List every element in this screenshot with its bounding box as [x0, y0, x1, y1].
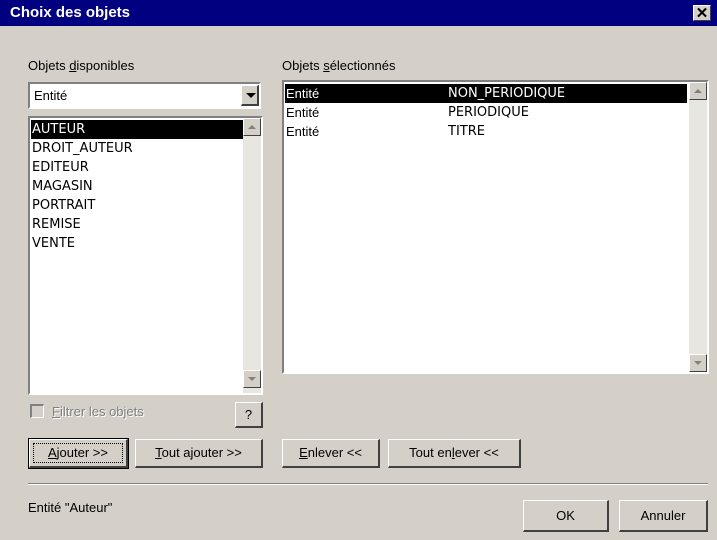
available-items: AUTEUR DROIT_AUTEUR EDITEUR MAGASIN PORTRAIT… [31, 120, 243, 392]
available-scrollbar[interactable] [243, 118, 261, 393]
ok-button[interactable]: OK [523, 500, 609, 532]
list-item[interactable]: PORTRAIT [31, 196, 237, 215]
list-item[interactable]: EDITEUR [31, 158, 237, 177]
filter-label: Filtrer les objets [52, 404, 144, 419]
arrow-up-icon [248, 125, 256, 129]
row-type: Entité [286, 86, 320, 101]
list-item[interactable]: AUTEUR [31, 120, 243, 139]
scroll-down-button[interactable] [689, 354, 707, 372]
focus-indicator [33, 443, 123, 463]
remove-button[interactable]: Enlever << [282, 439, 380, 468]
available-objects-list[interactable]: AUTEUR DROIT_AUTEUR EDITEUR MAGASIN PORTRAIT… [28, 116, 263, 395]
dropdown-arrow-button[interactable] [241, 85, 259, 106]
help-button[interactable]: ? [235, 402, 263, 428]
list-item[interactable]: VENTE [31, 234, 237, 253]
selected-items: Entité NON_PERIODIQUE Entité PERIODIQUE Enti… [285, 84, 687, 372]
cancel-button[interactable]: Annuler [619, 500, 708, 532]
row-name: TITRE [448, 124, 485, 139]
selected-objects-list[interactable]: Entité NON_PERIODIQUE Entité PERIODIQUE Enti… [282, 80, 709, 374]
arrow-down-icon [694, 361, 702, 365]
close-icon[interactable]: ✕ [693, 5, 711, 21]
window-title: Choix des objets [10, 4, 131, 21]
table-row[interactable]: Entité NON_PERIODIQUE [285, 84, 687, 103]
table-row[interactable]: Entité PERIODIQUE [285, 103, 687, 122]
list-item[interactable]: DROIT_AUTEUR [31, 139, 237, 158]
filter-checkbox [30, 404, 44, 418]
list-item[interactable]: MAGASIN [31, 177, 237, 196]
row-name: NON_PERIODIQUE [448, 86, 566, 101]
row-type: Entité [286, 124, 320, 139]
status-text: Entité "Auteur" [28, 500, 113, 515]
object-type-dropdown[interactable]: Entité [28, 82, 261, 109]
arrow-up-icon [694, 89, 702, 93]
selected-scrollbar[interactable] [689, 82, 707, 372]
scroll-up-button[interactable] [689, 82, 707, 100]
separator-highlight [28, 484, 708, 485]
dropdown-value: Entité [34, 88, 68, 103]
scroll-up-button[interactable] [243, 118, 261, 136]
add-all-button[interactable]: Tout ajouter >> [135, 439, 263, 468]
remove-all-button[interactable]: Tout enlever << [388, 439, 521, 468]
chevron-down-icon [246, 93, 256, 98]
table-row[interactable]: Entité TITRE [285, 122, 687, 141]
add-button[interactable]: Ajouter >> [28, 438, 129, 469]
selected-objects-label: Objets sélectionnés [282, 58, 396, 73]
list-item[interactable]: REMISE [31, 215, 237, 234]
scroll-down-button[interactable] [243, 370, 261, 388]
available-objects-label: Objets disponibles [28, 58, 135, 73]
arrow-down-icon [248, 377, 256, 381]
row-type: Entité [286, 105, 320, 120]
row-name: PERIODIQUE [448, 105, 529, 120]
